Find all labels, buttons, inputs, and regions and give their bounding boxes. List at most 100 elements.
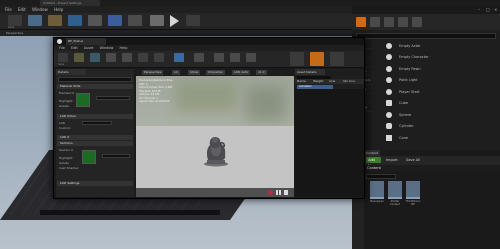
- lod-dropdown[interactable]: [82, 121, 112, 125]
- floor-edge: [40, 210, 220, 215]
- asset-tile[interactable]: [370, 181, 384, 199]
- selected-row[interactable]: Animation: [297, 85, 333, 89]
- menu-edit[interactable]: Edit: [18, 6, 26, 13]
- place-search-input[interactable]: [356, 33, 496, 39]
- reimport-icon[interactable]: [90, 53, 100, 62]
- tab-asset-details[interactable]: Asset Details: [295, 69, 325, 75]
- content-browser-assets: [364, 172, 500, 249]
- tab-details[interactable]: Details: [56, 69, 86, 75]
- content-search-input[interactable]: [366, 174, 396, 179]
- find-in-cb-icon[interactable]: [74, 53, 84, 62]
- asset-tab[interactable]: BP_Statue: [66, 38, 106, 45]
- uv-icon[interactable]: [122, 53, 132, 62]
- add-new-button[interactable]: Add New: [366, 157, 381, 168]
- material-thumbnail[interactable]: [76, 93, 90, 107]
- playback-speed-dropdown[interactable]: x1.0: [256, 70, 267, 75]
- viewport-options-bar[interactable]: Perspective: [0, 30, 352, 36]
- make-static-mesh-icon[interactable]: [194, 53, 204, 62]
- lit-dropdown[interactable]: Lit: [172, 70, 180, 75]
- cinematics-icon[interactable]: [128, 15, 142, 26]
- column-header[interactable]: Name: [297, 79, 306, 84]
- mesh-mode-button[interactable]: [310, 52, 324, 66]
- grid-icon[interactable]: [138, 53, 148, 62]
- section-material-thumbnail[interactable]: [82, 150, 96, 164]
- skeleton-mode-button[interactable]: [290, 52, 304, 66]
- lighting-icon[interactable]: [230, 53, 240, 62]
- character-dropdown[interactable]: Character: [206, 70, 225, 75]
- close-icon[interactable]: ×: [494, 7, 500, 12]
- list-item[interactable]: Empty Character: [374, 52, 500, 64]
- row-label: Custom: [59, 126, 71, 130]
- list-item[interactable]: Cube: [374, 98, 500, 110]
- import-button[interactable]: Import: [386, 157, 398, 163]
- play-icon[interactable]: [170, 15, 179, 27]
- launch-icon[interactable]: [186, 15, 200, 26]
- menu-help[interactable]: Help: [54, 6, 63, 13]
- marketplace-icon[interactable]: [68, 15, 82, 26]
- asset-label: ThirdPerson BP: [405, 200, 421, 206]
- step-forward-icon[interactable]: [284, 190, 288, 195]
- actor-icon: [386, 42, 392, 49]
- place-mode-icon[interactable]: [356, 17, 366, 27]
- asset-tile[interactable]: [406, 181, 420, 199]
- row-label: Element 0: [59, 91, 75, 95]
- cone-icon: [386, 134, 392, 141]
- collision-icon[interactable]: [106, 53, 116, 62]
- section-lod0[interactable]: LOD 0: [57, 135, 133, 140]
- build-icon[interactable]: [150, 15, 164, 26]
- content-browser-toolbar: Add New Import Save All: [364, 156, 500, 168]
- perspective-dropdown[interactable]: Perspective: [142, 70, 164, 75]
- list-item[interactable]: Empty Pawn: [374, 63, 500, 75]
- maximize-icon[interactable]: □: [486, 7, 492, 12]
- column-header[interactable]: Ver Cou: [343, 79, 355, 84]
- content-icon[interactable]: [48, 15, 62, 26]
- show-icon[interactable]: [246, 53, 256, 62]
- list-item[interactable]: Point Light: [374, 75, 500, 87]
- background-foliage: [176, 81, 236, 111]
- list-item[interactable]: Empty Actor: [374, 40, 500, 52]
- list-item[interactable]: Cylinder: [374, 121, 500, 133]
- landscape-mode-icon[interactable]: [384, 17, 394, 27]
- list-item[interactable]: Cone: [374, 132, 500, 144]
- pause-icon[interactable]: [279, 190, 281, 195]
- animation-mode-button[interactable]: [330, 52, 344, 66]
- list-item[interactable]: Sphere: [374, 109, 500, 121]
- pause-icon[interactable]: [276, 190, 278, 195]
- asset-label: Mannequin: [370, 200, 384, 203]
- simplygon-icon[interactable]: [174, 53, 184, 62]
- content-path-breadcrumb[interactable]: Content: [364, 165, 500, 172]
- list-item[interactable]: Player Start: [374, 86, 500, 98]
- foliage-mode-icon[interactable]: [398, 17, 408, 27]
- bounds-icon[interactable]: [154, 53, 164, 62]
- column-header[interactable]: Weight: [313, 79, 323, 84]
- asset-editor-toolbar: Save: [54, 51, 364, 68]
- save-icon[interactable]: [58, 53, 68, 62]
- row-label: Isolate: [59, 161, 69, 165]
- asset-tile[interactable]: [388, 181, 402, 199]
- preview-viewport[interactable]: Previewing Reference Pose LOD: 0 Current…: [136, 76, 294, 197]
- details-search-input[interactable]: [58, 77, 132, 82]
- settings-icon[interactable]: [88, 15, 102, 26]
- asset-editor-titlebar: BP_Statue: [54, 38, 364, 45]
- section-sections[interactable]: Sections: [57, 141, 133, 146]
- save-all-button[interactable]: Save All: [406, 157, 420, 163]
- blueprints-icon[interactable]: [108, 15, 122, 26]
- column-header[interactable]: Axis: [329, 79, 335, 84]
- source-control-icon[interactable]: [28, 15, 42, 26]
- lod-auto-dropdown[interactable]: LOD Auto: [232, 70, 251, 75]
- section-lod-settings[interactable]: LOD Settings: [57, 181, 133, 186]
- material-dropdown[interactable]: [96, 96, 130, 100]
- section-material-dropdown[interactable]: [102, 154, 130, 158]
- paint-mode-icon[interactable]: [370, 17, 380, 27]
- minimize-icon[interactable]: –: [478, 7, 484, 12]
- show-dropdown[interactable]: Show: [188, 70, 201, 75]
- menu-window[interactable]: Window: [32, 6, 48, 13]
- geometry-mode-icon[interactable]: [412, 17, 422, 27]
- record-icon[interactable]: [268, 190, 273, 195]
- statue-mesh: [204, 137, 228, 167]
- save-icon[interactable]: [8, 15, 22, 26]
- section-lod-picker[interactable]: LOD Picker: [57, 114, 133, 119]
- camera-icon[interactable]: [214, 53, 224, 62]
- section-material-slots[interactable]: Material Slots: [57, 84, 133, 89]
- menu-file[interactable]: File: [5, 6, 12, 13]
